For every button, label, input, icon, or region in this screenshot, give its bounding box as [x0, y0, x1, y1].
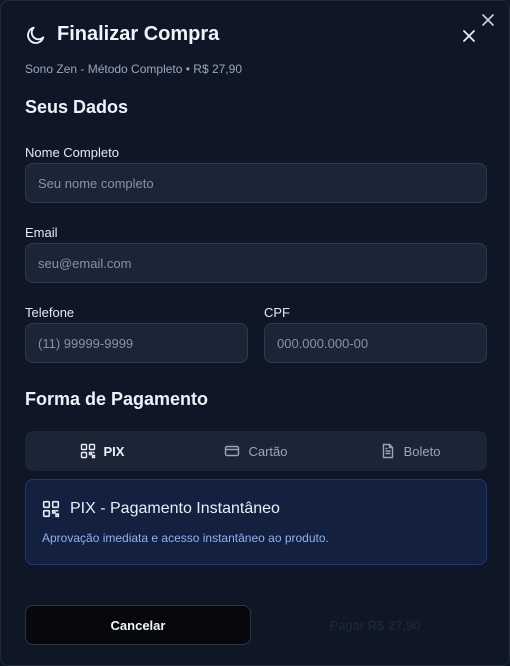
dialog-title: Finalizar Compra	[57, 23, 220, 45]
payment-method-tabs: PIX Cartão Boleto	[25, 431, 487, 471]
payment-heading: Forma de Pagamento	[25, 389, 209, 409]
document-icon	[382, 443, 393, 459]
cpf-input[interactable]	[264, 323, 487, 363]
pix-info-header: PIX - Pagamento Instantâneo	[42, 500, 280, 518]
close-icon[interactable]	[481, 13, 495, 27]
phone-input[interactable]	[25, 323, 248, 363]
tab-card[interactable]: Cartão	[179, 431, 333, 471]
pix-title: PIX - Pagamento Instantâneo	[70, 500, 280, 517]
credit-card-icon	[225, 445, 240, 457]
cpf-label: CPF	[264, 305, 290, 320]
tab-boleto[interactable]: Boleto	[333, 431, 487, 471]
email-input[interactable]	[25, 243, 487, 283]
qr-code-icon	[42, 500, 60, 518]
qr-code-icon	[80, 443, 95, 459]
tab-pix-label: PIX	[103, 443, 125, 459]
pix-description: Aprovação imediata e acesso instantâneo …	[42, 531, 329, 545]
dialog-header: Finalizar Compra	[25, 23, 219, 46]
personal-data-heading: Seus Dados	[25, 97, 129, 117]
close-dialog-icon[interactable]	[462, 29, 476, 43]
name-label: Nome Completo	[25, 145, 119, 160]
full-name-input[interactable]	[25, 163, 487, 203]
tab-pix[interactable]: PIX	[25, 431, 179, 471]
checkout-modal: Finalizar Compra Sono Zen - Método Compl…	[0, 0, 510, 666]
pay-button[interactable]: Pagar R$ 27,90	[263, 605, 487, 645]
tab-boleto-label: Boleto	[403, 443, 441, 459]
product-summary: Sono Zen - Método Completo • R$ 27,90	[25, 62, 242, 76]
pix-info-panel: PIX - Pagamento Instantâneo Aprovação im…	[25, 479, 487, 565]
email-label: Email	[25, 225, 58, 240]
phone-label: Telefone	[25, 305, 75, 320]
cancel-button[interactable]: Cancelar	[25, 605, 251, 645]
tab-card-label: Cartão	[248, 443, 288, 459]
moon-icon	[27, 26, 45, 44]
